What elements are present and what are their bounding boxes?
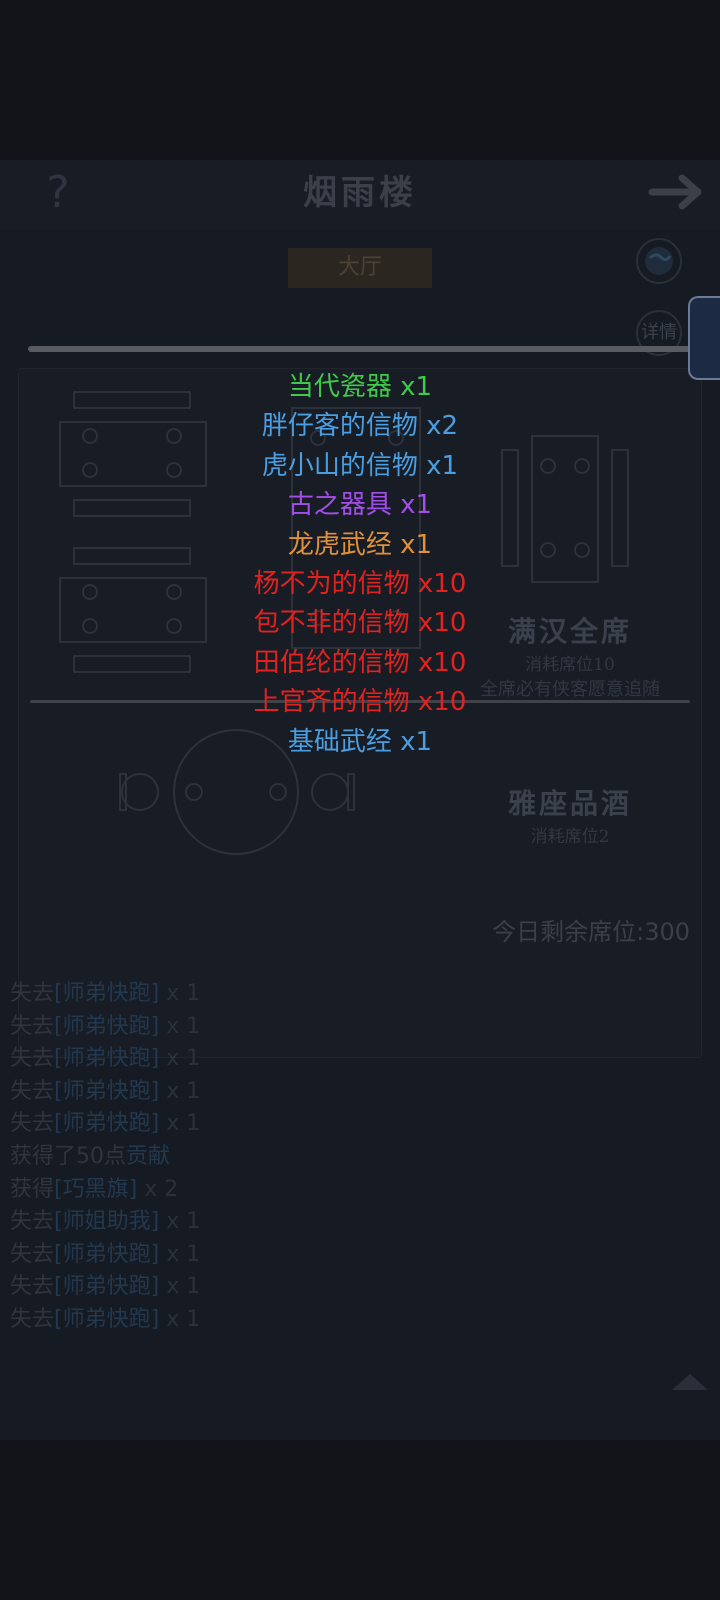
reward-name: 虎小山的信物: [261, 450, 418, 481]
status-area: [0, 0, 720, 160]
seat-name: 雅座品酒: [507, 787, 632, 820]
log-text: 失去: [10, 1078, 55, 1104]
log-line: 获得了50点贡献: [10, 1141, 410, 1174]
reward-item: 古之器具 x1: [0, 486, 720, 525]
message-log: 失去[师弟快跑] x 1 失去[师弟快跑] x 1 失去[师弟快跑] x 1 失…: [10, 978, 410, 1337]
log-qty: x 1: [166, 1209, 201, 1235]
log-line: 获得[巧黑旗] x 2: [10, 1174, 410, 1207]
arrow-right-icon[interactable]: [648, 172, 708, 212]
reward-name: 基础武经: [287, 726, 392, 757]
reward-qty: x10: [417, 568, 467, 599]
reward-qty: x1: [400, 726, 433, 757]
log-text: 失去: [10, 981, 55, 1006]
log-qty: x 1: [166, 1013, 201, 1039]
log-item: [师弟快跑]: [54, 1013, 160, 1039]
log-text: 获得: [10, 1176, 55, 1202]
reward-name: 上官齐的信物: [253, 687, 410, 718]
log-text: 失去: [10, 1241, 55, 1267]
log-qty: x 2: [144, 1176, 179, 1202]
log-item: 贡献: [126, 1143, 171, 1169]
reward-qty: x10: [417, 608, 467, 639]
reward-item: 当代瓷器 x1: [0, 368, 720, 407]
log-qty: x 1: [166, 1306, 201, 1332]
reward-item: 杨不为的信物 x10: [0, 565, 720, 604]
log-item: [师弟快跑]: [54, 1111, 160, 1137]
log-item: [师弟快跑]: [54, 1306, 160, 1332]
log-qty: x 1: [166, 1078, 201, 1104]
reward-item: 上官齐的信物 x10: [0, 683, 720, 722]
seats-remaining: 今日剩余席位:300: [460, 912, 690, 947]
log-line: 失去[师弟快跑] x 1: [10, 978, 410, 1011]
reward-qty: x10: [417, 647, 467, 678]
page-title: 烟雨楼: [303, 173, 417, 213]
bottom-area: [0, 1440, 720, 1600]
log-item: [师弟快跑]: [54, 1046, 160, 1072]
log-text: 失去: [10, 1111, 55, 1137]
log-qty: x 1: [166, 1046, 201, 1072]
reward-name: 胖仔客的信物: [261, 411, 418, 442]
reward-name: 田伯纶的信物: [253, 647, 410, 678]
reward-qty: x2: [426, 411, 459, 442]
reward-item: 龙虎武经 x1: [0, 526, 720, 565]
reward-qty: x1: [400, 490, 433, 521]
globe-icon: [645, 247, 673, 275]
reward-popup: 当代瓷器 x1 胖仔客的信物 x2 虎小山的信物 x1 古之器具 x1 龙虎武经…: [0, 368, 720, 762]
log-text: 失去: [10, 1013, 55, 1039]
seats-remaining-label: 今日剩余席位:: [492, 918, 645, 946]
log-line: 失去[师弟快跑] x 1: [10, 1304, 410, 1337]
reward-qty: x1: [426, 450, 459, 481]
log-line: 失去[师弟快跑] x 1: [10, 1011, 410, 1044]
reward-item: 基础武经 x1: [0, 723, 720, 762]
chevron-up-icon[interactable]: [670, 1370, 710, 1392]
log-item: [师姐助我]: [54, 1209, 160, 1235]
reward-name: 古之器具: [287, 490, 392, 521]
log-qty: x 1: [166, 1274, 201, 1300]
log-text: 失去: [10, 1274, 55, 1300]
tab-hall[interactable]: 大厅: [288, 248, 432, 288]
log-line: 失去[师姐助我] x 1: [10, 1206, 410, 1239]
log-item: [巧黑旗]: [54, 1176, 138, 1202]
log-item: [师弟快跑]: [54, 1078, 160, 1104]
reward-item: 田伯纶的信物 x10: [0, 644, 720, 683]
globe-button[interactable]: [636, 238, 682, 284]
reward-qty: x1: [400, 529, 433, 560]
log-item: [师弟快跑]: [54, 1274, 160, 1300]
log-line: 失去[师弟快跑] x 1: [10, 1239, 410, 1272]
log-qty: x 1: [166, 981, 201, 1006]
log-line: 失去[师弟快跑] x 1: [10, 1271, 410, 1304]
log-qty: x 1: [166, 1241, 201, 1267]
reward-qty: x10: [417, 687, 467, 718]
log-item: [师弟快跑]: [54, 981, 160, 1006]
log-text: 失去: [10, 1046, 55, 1072]
log-line: 失去[师弟快跑] x 1: [10, 1076, 410, 1109]
log-line: 失去[师弟快跑] x 1: [10, 1108, 410, 1141]
reward-name: 包不非的信物: [253, 608, 410, 639]
header-bar: ? 烟雨楼: [0, 160, 720, 230]
seat-option-wine[interactable]: 雅座品酒 消耗席位2: [460, 782, 680, 847]
reward-item: 虎小山的信物 x1: [0, 447, 720, 486]
seat-cost: 消耗席位2: [530, 827, 610, 847]
log-item: [师弟快跑]: [54, 1241, 160, 1267]
seats-remaining-value: 300: [644, 918, 690, 946]
yanyu-tower-screen: ? 烟雨楼 大厅 详情 满汉全席 消耗席位10 全席必有侠客愿意追随 雅座品酒 …: [0, 160, 720, 1440]
log-line: 失去[师弟快跑] x 1: [10, 1043, 410, 1076]
reward-name: 当代瓷器: [287, 372, 392, 402]
scroll-divider: [28, 346, 692, 352]
log-text: 失去: [10, 1306, 55, 1332]
reward-item: 胖仔客的信物 x2: [0, 407, 720, 446]
reward-qty: x1: [400, 372, 433, 402]
log-text: 获得了50点: [10, 1143, 126, 1169]
log-text: 失去: [10, 1209, 55, 1235]
reward-name: 杨不为的信物: [253, 568, 410, 599]
log-qty: x 1: [166, 1111, 201, 1137]
reward-item: 包不非的信物 x10: [0, 604, 720, 643]
reward-name: 龙虎武经: [287, 529, 392, 560]
